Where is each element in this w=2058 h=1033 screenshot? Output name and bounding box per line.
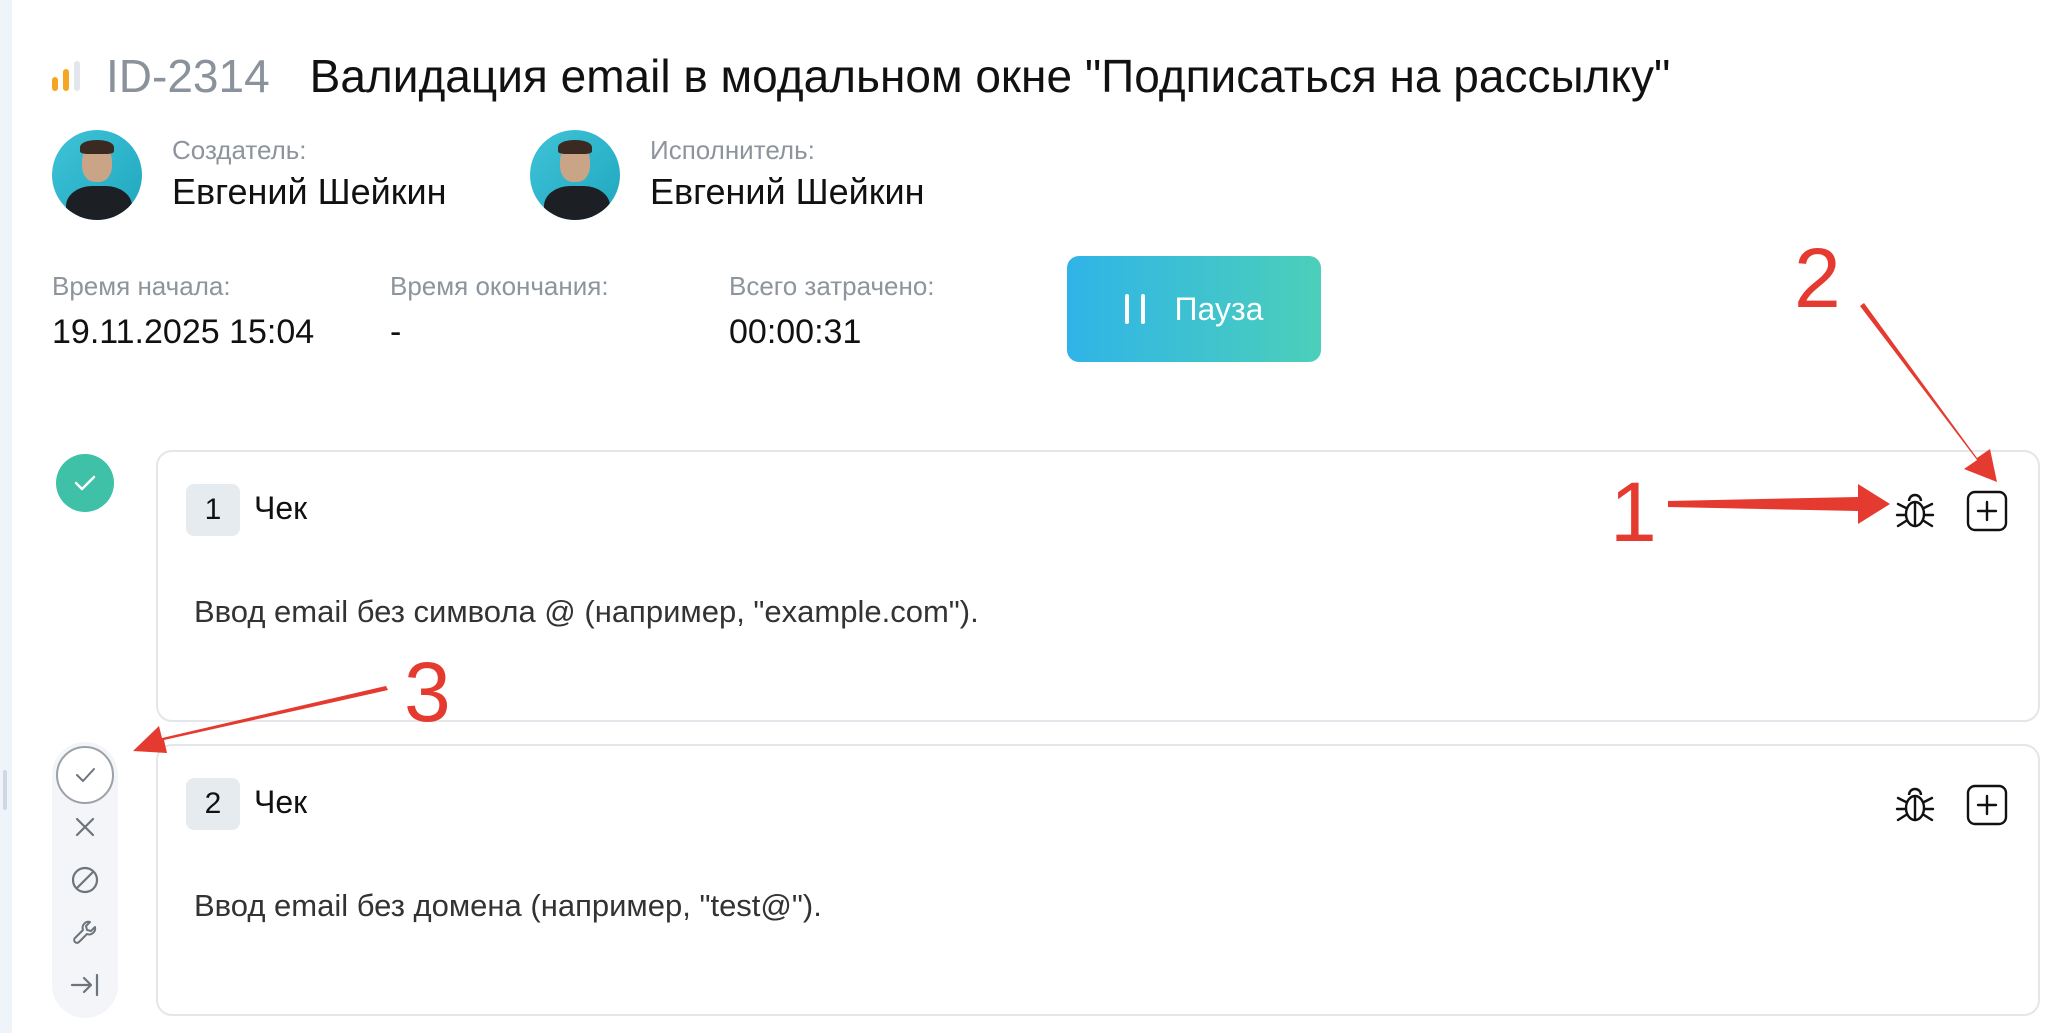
add-square-icon [1966,784,2008,826]
mark-passed-button[interactable] [56,746,114,804]
assignee-name: Евгений Шейкин [650,171,925,212]
creator-name: Евгений Шейкин [172,171,447,212]
task-header: ID-2314 Валидация email в модальном окне… [52,46,1670,106]
wrench-icon [73,920,97,944]
check-card-2: 2 Чек Ввод email без домена (например, "… [156,744,2040,1016]
annotation-1: 1 [1610,465,1657,559]
check-1-status-passed[interactable] [56,454,114,512]
pause-button-label: Пауза [1174,290,1264,327]
total-time: Всего затрачено: 00:00:31 [729,270,935,354]
report-bug-button[interactable] [1892,488,1938,534]
skip-icon [70,973,99,997]
mark-failed-button[interactable] [68,810,102,844]
check-icon [74,475,96,491]
assignee-block: Исполнитель: Евгений Шейкин [530,130,924,220]
step-number: 1 [186,484,240,536]
total-time-label: Всего затрачено: [729,271,935,301]
bug-icon [1895,787,1935,822]
assignee-label: Исполнитель: [650,135,815,165]
step-label: Чек [254,784,308,820]
add-step-button[interactable] [1964,488,2010,534]
annotation-3: 3 [404,645,451,739]
step-number: 2 [186,778,240,830]
assignee-avatar[interactable] [530,130,620,220]
creator-block: Создатель: Евгений Шейкин [52,130,446,220]
end-time-value: - [390,313,402,351]
end-time: Время окончания: - [390,270,609,354]
start-time-value: 19.11.2025 15:04 [52,313,315,351]
annotation-2: 2 [1794,231,1841,325]
pause-icon [1124,294,1145,324]
mark-skip-button[interactable] [68,968,102,1002]
step-description: Ввод email без символа @ (например, "exa… [194,594,979,629]
add-step-button[interactable] [1964,782,2010,828]
add-square-icon [1966,490,2008,532]
mark-fix-button[interactable] [68,916,102,950]
step-label: Чек [254,490,308,526]
pause-button[interactable]: Пауза [1067,256,1321,362]
resize-handle[interactable] [3,770,7,810]
end-time-label: Время окончания: [390,271,609,301]
creator-label: Создатель: [172,135,307,165]
start-time-label: Время начала: [52,271,231,301]
creator-avatar[interactable] [52,130,142,220]
step-description: Ввод email без домена (например, "test@"… [194,888,822,923]
left-rail [0,0,12,1033]
priority-icon [52,61,80,91]
page-title: Валидация email в модальном окне "Подпис… [309,50,1671,102]
close-icon [75,817,95,837]
block-icon [71,866,99,894]
total-time-value: 00:00:31 [729,313,862,351]
bug-icon [1895,493,1935,528]
task-id: ID-2314 [106,50,270,102]
start-time: Время начала: 19.11.2025 15:04 [52,270,314,354]
mark-blocked-button[interactable] [68,863,102,897]
report-bug-button[interactable] [1892,782,1938,828]
check-icon [76,768,95,782]
